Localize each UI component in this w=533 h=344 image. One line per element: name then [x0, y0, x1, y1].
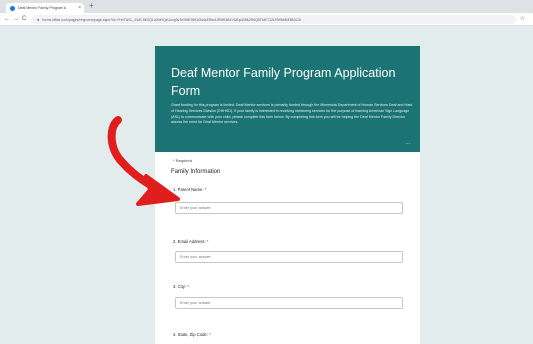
back-arrow-icon[interactable]: ← — [4, 15, 10, 23]
city-input[interactable]: Enter your answer — [175, 297, 403, 309]
browser-window: Deaf Mentor Family Program A × + ← → C ●… — [0, 0, 533, 344]
form-title: Deaf Mentor Family Program Application F… — [171, 66, 396, 98]
required-note-text: Required — [175, 158, 192, 163]
url-text: forms.office.com/pages/responsepage.aspx… — [42, 17, 301, 22]
required-asterisk: * — [206, 239, 209, 244]
forward-arrow-icon[interactable]: → — [13, 15, 19, 23]
question-text: 1. Parent Name: — [173, 187, 204, 192]
new-tab-icon[interactable]: + — [89, 2, 94, 10]
email-input[interactable]: Enter your answer — [175, 251, 403, 263]
browser-tab[interactable]: Deaf Mentor Family Program A × — [6, 3, 84, 13]
question-label-email: 2. Email Address: * — [173, 239, 208, 244]
question-label-city: 3. City: * — [173, 284, 189, 289]
required-asterisk: * — [209, 332, 211, 337]
forms-favicon-icon — [10, 5, 15, 11]
question-label-state-zip: 4. State, Zip Code: * — [173, 332, 211, 337]
required-asterisk: * — [173, 158, 175, 163]
address-bar[interactable]: ● forms.office.com/pages/responsepage.as… — [32, 15, 516, 24]
form-header: Deaf Mentor Family Program Application F… — [155, 46, 420, 152]
required-asterisk: * — [187, 284, 189, 289]
form-description: Grant funding for this program is limite… — [171, 103, 413, 125]
bookmark-star-icon[interactable]: ☆ — [520, 15, 525, 22]
parent-name-input[interactable]: Enter your answer — [175, 202, 403, 214]
form-card: Deaf Mentor Family Program Application F… — [155, 46, 420, 344]
question-text: 3. City: — [173, 284, 187, 289]
section-title: Family Information — [171, 169, 221, 175]
lock-icon: ● — [37, 17, 40, 22]
tab-strip: Deaf Mentor Family Program A × + — [0, 0, 533, 13]
question-text: 2. Email Address: — [173, 239, 206, 244]
required-note: * Required — [173, 158, 192, 163]
reload-icon[interactable]: C — [22, 15, 26, 23]
browser-toolbar: ← → C ● forms.office.com/pages/responsep… — [0, 13, 533, 26]
question-label-parent-name: 1. Parent Name: * — [173, 187, 206, 192]
required-asterisk: * — [204, 187, 207, 192]
question-text: 4. State, Zip Code: — [173, 332, 208, 337]
tab-close-icon[interactable]: × — [78, 5, 81, 11]
tab-title: Deaf Mentor Family Program A — [18, 6, 67, 10]
page-background: Deaf Mentor Family Program Application F… — [0, 26, 533, 344]
more-icon[interactable]: ... — [406, 141, 410, 146]
